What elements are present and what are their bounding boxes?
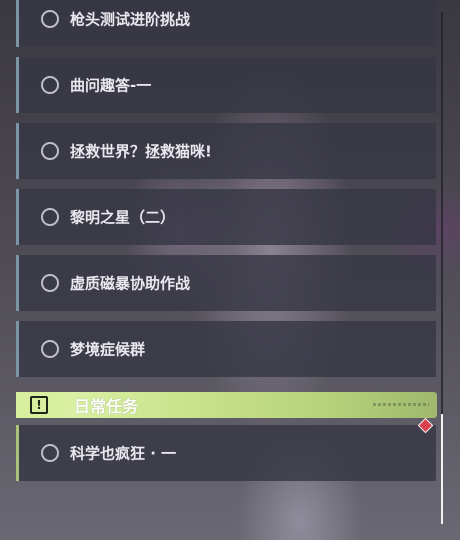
quest-item[interactable]: 梦境症候群 bbox=[16, 321, 436, 377]
scrollbar-thumb[interactable] bbox=[441, 414, 443, 524]
circle-icon bbox=[41, 274, 59, 292]
quest-item[interactable]: 拯救世界？拯救猫咪! bbox=[16, 123, 436, 179]
quest-label: 科学也疯狂 · 一 bbox=[70, 444, 177, 463]
quest-item[interactable]: 虚质磁暴协助作战 bbox=[16, 255, 436, 311]
quest-label: 枪头测试进阶挑战 bbox=[70, 10, 191, 29]
quest-label: 虚质磁暴协助作战 bbox=[70, 274, 191, 293]
section-badge: ! bbox=[16, 392, 68, 418]
quest-label: 曲问趣答-一 bbox=[70, 76, 152, 95]
circle-icon bbox=[41, 208, 59, 226]
alert-icon: ! bbox=[30, 396, 48, 414]
circle-icon bbox=[41, 142, 59, 160]
header-decoration bbox=[373, 403, 429, 406]
quest-label: 黎明之星（二） bbox=[70, 208, 176, 227]
quest-item[interactable]: 曲问趣答-一 bbox=[16, 57, 436, 113]
circle-icon bbox=[41, 340, 59, 358]
quest-list: 枪头测试进阶挑战 曲问趣答-一 拯救世界？拯救猫咪! 黎明之星（二） 虚质磁暴协… bbox=[0, 0, 460, 540]
quest-label: 梦境症候群 bbox=[70, 340, 146, 359]
circle-icon bbox=[41, 10, 59, 28]
circle-icon bbox=[41, 444, 59, 462]
daily-quest-item[interactable]: 科学也疯狂 · 一 bbox=[16, 425, 436, 481]
circle-icon bbox=[41, 76, 59, 94]
daily-tasks-header[interactable]: ! 日常任务 bbox=[16, 392, 437, 418]
quest-label: 拯救世界？拯救猫咪! bbox=[70, 142, 212, 161]
quest-item[interactable]: 黎明之星（二） bbox=[16, 189, 436, 245]
section-title: 日常任务 bbox=[74, 397, 139, 416]
quest-item[interactable]: 枪头测试进阶挑战 bbox=[16, 0, 436, 47]
